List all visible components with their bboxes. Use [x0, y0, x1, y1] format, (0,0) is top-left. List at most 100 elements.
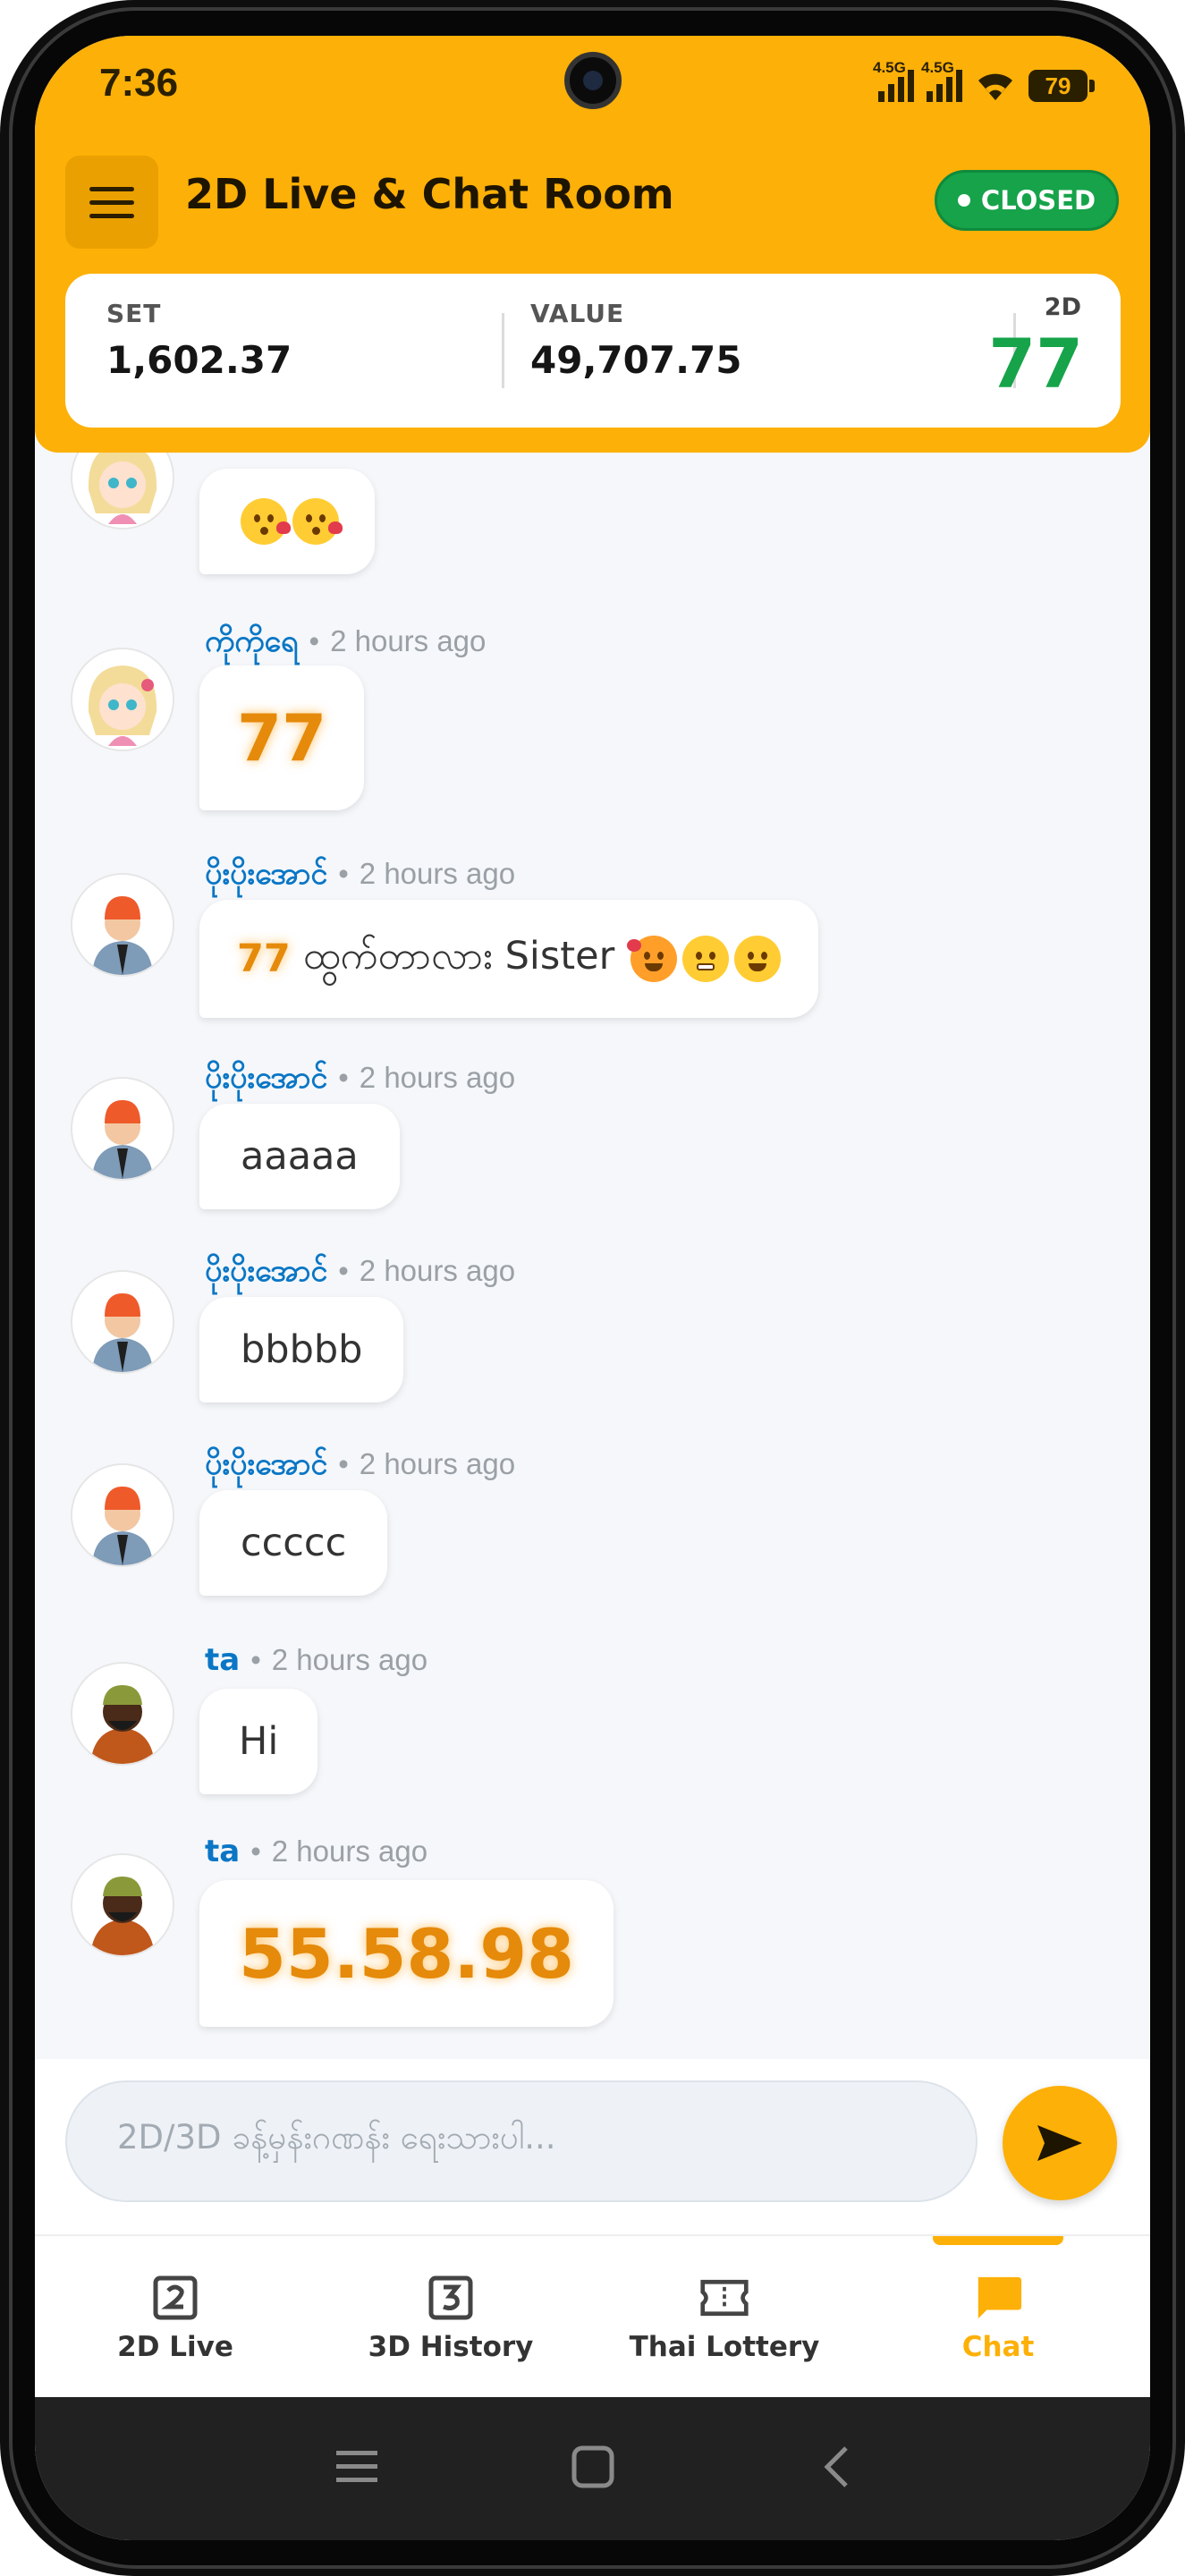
message-username[interactable]: ပိုးပိုးအောင်: [205, 1446, 327, 1482]
kiss-emoji-icon: [241, 498, 291, 545]
love-emoji-icon: [627, 936, 678, 982]
message-time: 2 hours ago: [271, 1643, 428, 1676]
message-time: 2 hours ago: [271, 1835, 428, 1868]
smile-emoji-icon: [734, 936, 782, 982]
message-bubble[interactable]: 77 ထွက်တာလား Sister: [199, 900, 819, 1018]
status-time: 7:36: [99, 61, 179, 105]
send-button[interactable]: [1003, 2086, 1117, 2200]
2d-icon: [150, 2274, 200, 2322]
signal-icon: 4.5G: [921, 59, 962, 102]
message-username[interactable]: ပိုးပိုးအောင်: [205, 856, 327, 892]
set-label: SET: [106, 299, 162, 328]
avatar[interactable]: [71, 1463, 174, 1567]
message-time: 2 hours ago: [359, 857, 516, 890]
message-username[interactable]: ta: [205, 1834, 240, 1869]
status-badge-label: CLOSED: [980, 185, 1096, 216]
status-badge: CLOSED: [935, 170, 1119, 231]
message-text: ccccc: [241, 1521, 347, 1565]
tab-label: Thai Lottery: [629, 2331, 820, 2363]
network-type: 4.5G: [873, 59, 906, 76]
message-text: bbbbb: [241, 1327, 363, 1372]
twod-value: 77: [988, 324, 1083, 403]
message-number: 77: [237, 936, 291, 981]
app-screen: 7:36 4.5G 4.5G 79 2D Live & Chat Room CL…: [35, 36, 1150, 2540]
message-meta: ပိုးပိုးအောင် • 2 hours ago: [205, 1446, 516, 1482]
page-title: 2D Live & Chat Room: [185, 170, 674, 218]
message-bubble[interactable]: bbbbb: [199, 1297, 404, 1402]
avatar[interactable]: [71, 1077, 174, 1181]
tab-label: 3D History: [368, 2331, 534, 2363]
message-username[interactable]: ta: [205, 1642, 240, 1678]
menu-icon: [89, 186, 134, 191]
message-bubble[interactable]: 55.58.98: [199, 1880, 614, 2027]
menu-icon: [336, 2451, 377, 2482]
app-header: 7:36 4.5G 4.5G 79 2D Live & Chat Room CL…: [35, 36, 1150, 453]
kiss-emoji-icon: [292, 498, 343, 545]
network-type: 4.5G: [921, 59, 954, 76]
message-bubble[interactable]: [199, 469, 375, 574]
back-icon: [824, 2446, 848, 2487]
front-camera: [564, 52, 622, 109]
message-text: aaaaa: [241, 1134, 359, 1179]
avatar[interactable]: [71, 1270, 174, 1374]
tab-label: Chat: [961, 2331, 1035, 2363]
wifi-icon: [975, 70, 1016, 102]
avatar[interactable]: [71, 1662, 174, 1766]
message-meta: ပိုးပိုးအောင် • 2 hours ago: [205, 1060, 516, 1096]
menu-button[interactable]: [65, 156, 158, 249]
avatar[interactable]: [71, 648, 174, 751]
status-dot-icon: [957, 194, 970, 207]
recent-apps-button[interactable]: [330, 2440, 384, 2494]
message-time: 2 hours ago: [330, 624, 487, 657]
bottom-nav: 2D Live 3D History Thai Lottery Chat: [35, 2234, 1150, 2397]
message-bubble[interactable]: 77: [199, 665, 365, 810]
message-username[interactable]: ကိုကိုရေ: [205, 623, 299, 659]
tab-chat[interactable]: Chat: [947, 2236, 1049, 2399]
3d-icon: [426, 2274, 476, 2322]
message-username[interactable]: ပိုးပိုးအောင်: [205, 1060, 327, 1096]
message-text: 77: [237, 700, 327, 775]
message-meta: ပိုးပိုးအောင် • 2 hours ago: [205, 1253, 516, 1289]
tab-label: 2D Live: [117, 2331, 233, 2363]
message-username[interactable]: ပိုးပိုးအောင်: [205, 1253, 327, 1289]
message-meta: ta • 2 hours ago: [205, 1642, 428, 1678]
message-meta: ပိုးပိုးအောင် • 2 hours ago: [205, 856, 516, 892]
ticket-icon: [699, 2274, 749, 2322]
set-value: 1,602.37: [106, 338, 292, 382]
tab-3d-history[interactable]: 3D History: [368, 2236, 533, 2399]
message-meta: ကိုကိုရေ • 2 hours ago: [205, 623, 487, 659]
message-bubble[interactable]: aaaaa: [199, 1104, 400, 1209]
back-button[interactable]: [809, 2440, 863, 2494]
avatar[interactable]: [71, 873, 174, 977]
divider: [502, 313, 504, 388]
battery-icon: 79: [1028, 70, 1095, 102]
home-button[interactable]: [566, 2440, 620, 2494]
value-label: VALUE: [530, 299, 625, 328]
message-input[interactable]: 2D/3D ခန့်မှန်းဂဏန်း ရေးသားပါ...: [65, 2080, 978, 2202]
grimace-emoji-icon: [682, 936, 730, 982]
system-nav-bar: [35, 2397, 1150, 2540]
message-time: 2 hours ago: [359, 1061, 516, 1094]
chat-message-list[interactable]: ကိုကိုရေ • 2 hours ago 77 ပိုးပိုးအောင် • 2 …: [35, 453, 1150, 2059]
message-text: Hi: [239, 1719, 279, 1764]
tab-thai-lottery[interactable]: Thai Lottery: [630, 2236, 819, 2399]
chat-icon: [973, 2274, 1023, 2322]
message-text: ထွက်တာလား Sister: [302, 933, 615, 979]
stats-card: SET 1,602.37 VALUE 49,707.75 2D 77: [65, 274, 1121, 428]
value-value: 49,707.75: [530, 338, 742, 382]
message-time: 2 hours ago: [359, 1254, 516, 1287]
message-input-bar: 2D/3D ခန့်မှန်းဂဏန်း ရေးသားပါ...: [35, 2059, 1150, 2234]
phone-frame: 7:36 4.5G 4.5G 79 2D Live & Chat Room CL…: [0, 0, 1185, 2576]
tab-2d-live[interactable]: 2D Live: [117, 2236, 233, 2399]
status-icons: 4.5G 4.5G 79: [873, 59, 1095, 102]
signal-icon: 4.5G: [873, 59, 914, 102]
twod-label: 2D: [1044, 293, 1081, 321]
send-icon: [1037, 2125, 1082, 2161]
avatar[interactable]: [71, 453, 174, 530]
message-bubble[interactable]: ccccc: [199, 1490, 388, 1596]
message-meta: ta • 2 hours ago: [205, 1834, 428, 1869]
home-icon: [571, 2445, 614, 2488]
avatar[interactable]: [71, 1853, 174, 1957]
message-bubble[interactable]: Hi: [199, 1689, 318, 1794]
message-text: 55.58.98: [239, 1913, 575, 1994]
